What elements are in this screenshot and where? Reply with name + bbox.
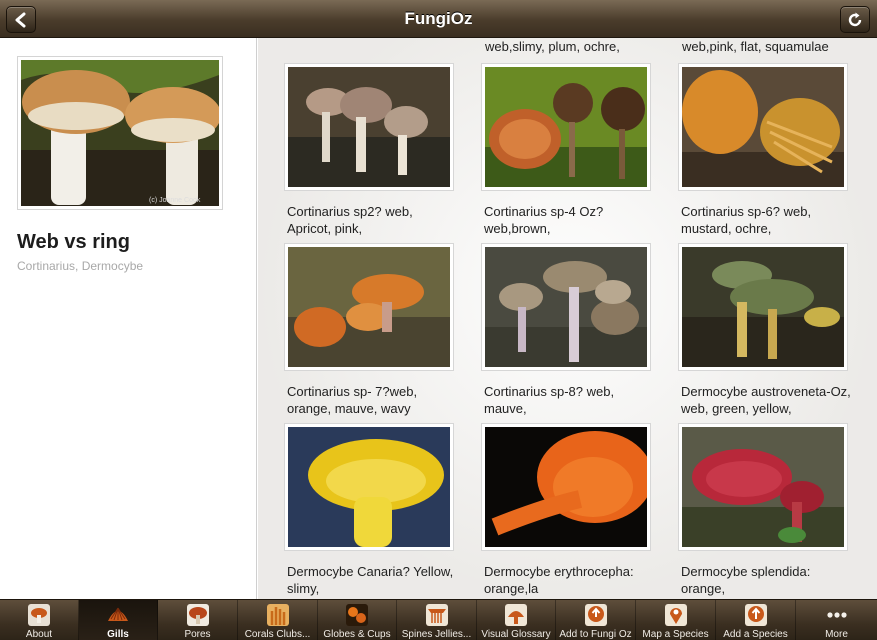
tab-label: Globes & Cups <box>323 629 391 640</box>
species-tile[interactable]: Cortinarius sp- 7?web, orange, mauve, wa… <box>284 243 454 417</box>
species-genera: Cortinarius, Dermocybe <box>17 259 144 273</box>
species-photo <box>678 243 848 371</box>
spines-icon <box>425 604 448 626</box>
species-photo <box>284 243 454 371</box>
corals-icon <box>266 604 289 626</box>
species-photo <box>481 423 651 551</box>
tab-label: Gills <box>107 629 129 640</box>
tab-label: Add to Fungi Oz <box>559 629 632 640</box>
species-tile[interactable]: Cortinarius sp-4 Oz? web,brown, <box>481 63 651 237</box>
species-caption: Dermocybe splendida: orange, <box>681 564 811 596</box>
app-window: FungiOz (c) Joanne Cook Web vs ring Cort… <box>0 0 877 640</box>
tab-globes[interactable]: Globes & Cups <box>318 600 397 640</box>
tab-pores[interactable]: Pores <box>158 600 238 640</box>
tab-add-a-species[interactable]: Add a Species <box>716 600 796 640</box>
tab-spines[interactable]: Spines Jellies... <box>397 600 477 640</box>
more-dots-icon <box>826 612 847 618</box>
species-title: Web vs ring <box>17 231 130 253</box>
species-caption: Cortinarius sp- 7?web, orange, mauve, wa… <box>287 384 418 416</box>
species-tile[interactable]: Dermocybe austroveneta-Oz, web, green, y… <box>678 243 851 417</box>
species-tile[interactable]: Dermocybe erythrocepha: orange,la <box>481 423 651 597</box>
tab-label: More <box>825 629 848 640</box>
pores-icon <box>186 604 209 626</box>
tab-visual-glossary[interactable]: Visual Glossary <box>477 600 556 640</box>
species-photo <box>678 423 848 551</box>
detail-sidebar: (c) Joanne Cook Web vs ring Cortinarius,… <box>0 38 257 599</box>
gills-icon <box>108 607 128 621</box>
species-photo <box>481 63 651 191</box>
tab-about[interactable]: About <box>0 600 79 640</box>
species-caption: Dermocybe erythrocepha: orange,la <box>484 564 634 596</box>
tab-label: Corals Clubs... <box>244 629 311 640</box>
navigation-bar: FungiOz <box>0 0 877 38</box>
tab-label: About <box>25 629 53 640</box>
tab-label: Map a Species <box>642 629 709 640</box>
tab-gills[interactable]: Gills <box>79 600 158 640</box>
tab-label: Add a Species <box>723 629 788 640</box>
species-caption: Cortinarius sp2? web, Apricot, pink, <box>287 204 413 236</box>
species-tile[interactable]: Cortinarius sp-6? web, mustard, ochre, <box>678 63 848 237</box>
photo-credit: (c) Joanne Cook <box>149 197 201 204</box>
species-caption: Cortinarius sp-6? web, mustard, ochre, <box>681 204 812 236</box>
species-tile[interactable]: Dermocybe Canaria? Yellow, slimy, <box>284 423 454 597</box>
species-caption: Dermocybe Canaria? Yellow, slimy, <box>287 564 454 596</box>
tab-label: Spines Jellies... <box>401 629 472 640</box>
about-mushroom-icon <box>28 604 50 626</box>
globes-icon <box>346 604 368 626</box>
species-caption: Cortinarius sp-4 Oz? web,brown, <box>484 204 604 236</box>
species-caption: Dermocybe austroveneta-Oz, web, green, y… <box>681 384 851 416</box>
map-pin-icon <box>664 604 687 626</box>
tab-add-to-fungi-oz[interactable]: Add to Fungi Oz <box>556 600 636 640</box>
tab-label: Visual Glossary <box>481 629 551 640</box>
refresh-button[interactable] <box>840 6 870 33</box>
species-tile[interactable]: Cortinarius sp2? web, Apricot, pink, <box>284 63 454 237</box>
app-title: FungiOz <box>404 9 473 28</box>
species-grid: web,slimy, plum, ochre, web,pink, flat, … <box>258 38 877 599</box>
tab-more[interactable]: More <box>796 600 877 640</box>
tab-bar: About Gills Pores Corals Clubs... Globes… <box>0 599 877 640</box>
add-to-icon <box>584 604 607 626</box>
tab-corals[interactable]: Corals Clubs... <box>238 600 318 640</box>
species-tile[interactable]: Dermocybe splendida: orange, <box>678 423 848 597</box>
refresh-icon <box>848 12 862 26</box>
species-tile[interactable]: Cortinarius sp-8? web, mauve, <box>481 243 651 417</box>
species-photo <box>284 423 454 551</box>
partial-caption-1: web,slimy, plum, ochre, <box>485 39 620 54</box>
tab-label: Pores <box>184 629 211 640</box>
tab-map-a-species[interactable]: Map a Species <box>636 600 716 640</box>
add-species-icon <box>744 604 767 626</box>
species-photo <box>284 63 454 191</box>
species-photo <box>678 63 848 191</box>
glossary-icon <box>505 604 527 626</box>
species-caption: Cortinarius sp-8? web, mauve, <box>484 384 615 416</box>
detail-photo: (c) Joanne Cook <box>17 56 223 210</box>
partial-caption-3: web,pink, flat, squamulae <box>682 39 829 54</box>
species-photo <box>481 243 651 371</box>
